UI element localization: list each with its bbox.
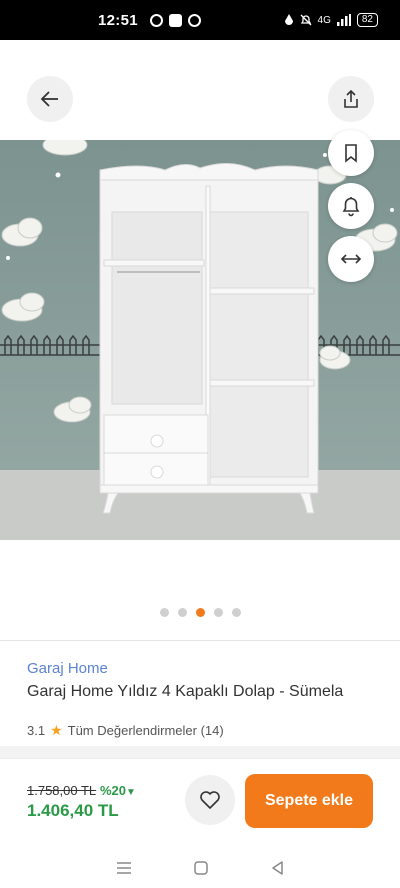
star-icon: ★ <box>50 722 63 738</box>
favorite-button[interactable] <box>185 775 235 825</box>
brand-link[interactable]: Garaj Home <box>27 660 108 677</box>
messages-icon <box>168 13 182 27</box>
discount-value: %20 <box>100 783 127 798</box>
drop-icon <box>284 14 293 25</box>
status-time: 12:51 <box>98 11 138 29</box>
purchase-bar: 1.758,00 TL %20▼ 1.406,40 TL Sepete ekle <box>0 758 400 848</box>
divider <box>0 640 400 641</box>
discount-badge: %20▼ <box>100 783 136 798</box>
rating-row[interactable]: 3.1 ★ Tüm Değerlendirmeler (14) <box>27 722 224 739</box>
share-button[interactable] <box>328 76 374 122</box>
status-notification-icons <box>149 13 201 27</box>
new-price: 1.406,40 TL <box>27 801 119 820</box>
home-icon[interactable] <box>193 860 209 876</box>
gallery-dot[interactable] <box>195 608 205 617</box>
back-nav-icon[interactable] <box>270 860 284 876</box>
bookmark-icon <box>345 144 357 163</box>
bell-icon <box>342 197 360 217</box>
gallery-dot[interactable] <box>159 608 169 617</box>
add-to-cart-button[interactable]: Sepete ekle <box>245 774 373 828</box>
compare-arrows-icon <box>340 254 362 264</box>
status-indicators: 4G 82 <box>284 13 378 27</box>
compare-button[interactable] <box>328 236 374 282</box>
product-title: Garaj Home Yıldız 4 Kapaklı Dolap - Süme… <box>27 683 344 700</box>
status-bar: 12:51 4G 82 <box>0 0 400 40</box>
back-button[interactable] <box>27 76 73 122</box>
share-icon <box>344 89 358 108</box>
notify-button[interactable] <box>328 183 374 229</box>
whatsapp-icon <box>149 13 163 27</box>
rating-value: 3.1 <box>27 723 46 738</box>
heart-icon <box>200 791 220 809</box>
mute-icon <box>300 14 311 26</box>
arrow-left-icon <box>40 91 58 107</box>
battery-indicator: 82 <box>356 13 378 27</box>
bookmark-button[interactable] <box>328 130 374 176</box>
menu-icon[interactable] <box>116 861 132 875</box>
down-arrow-icon: ▼ <box>126 787 136 798</box>
app-notification-icon <box>187 13 201 27</box>
network-type: 4G <box>317 14 331 26</box>
old-price: 1.758,00 TL <box>27 783 97 798</box>
product-page: Garaj Home Garaj Home Yıldız 4 Kapaklı D… <box>0 40 400 888</box>
section-separator <box>0 746 400 758</box>
gallery-dot[interactable] <box>231 608 241 617</box>
gallery-pagination <box>0 608 400 617</box>
system-nav-bar <box>0 848 400 888</box>
signal-icon <box>336 14 351 26</box>
reviews-link[interactable]: Tüm Değerlendirmeler (14) <box>68 723 224 738</box>
gallery-dot[interactable] <box>213 608 223 617</box>
gallery-dot[interactable] <box>177 608 187 617</box>
